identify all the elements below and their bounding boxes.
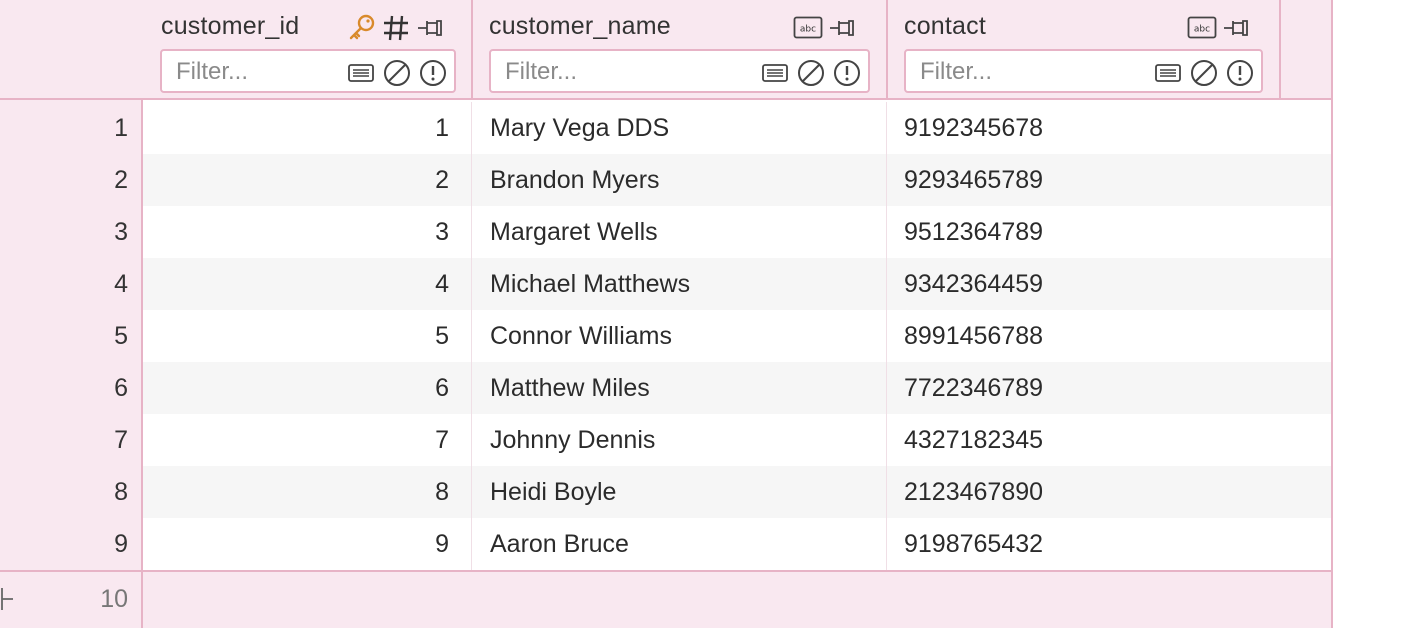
filter-controls xyxy=(760,58,862,88)
cell-contact[interactable]: 9198765432 xyxy=(904,518,1043,570)
new-row-footer[interactable]: 10 xyxy=(0,570,1333,628)
row-number[interactable]: 6 xyxy=(0,374,128,403)
cell-customer-name[interactable]: Aaron Bruce xyxy=(490,518,629,570)
null-filter-icon[interactable] xyxy=(796,58,826,88)
filter-box-customer-name xyxy=(489,49,870,93)
column-header-customer-id[interactable]: customer_id xyxy=(145,0,471,98)
cell-customer-id[interactable]: 3 xyxy=(143,206,449,258)
cell-customer-name[interactable]: Mary Vega DDS xyxy=(490,102,669,154)
filter-menu-icon[interactable] xyxy=(1153,58,1183,88)
filter-menu-icon[interactable] xyxy=(346,58,376,88)
cell-contact[interactable]: 9293465789 xyxy=(904,154,1043,206)
column-gridline xyxy=(886,102,887,570)
row-number[interactable]: 8 xyxy=(0,478,128,507)
column-gridline xyxy=(471,102,472,570)
row-number[interactable]: 4 xyxy=(0,270,128,299)
cell-contact[interactable]: 8991456788 xyxy=(904,310,1043,362)
new-row-number[interactable]: 10 xyxy=(0,585,128,614)
null-filter-icon[interactable] xyxy=(1189,58,1219,88)
pin-icon[interactable] xyxy=(415,13,445,43)
row-number[interactable]: 2 xyxy=(0,166,128,195)
cell-customer-id[interactable]: 5 xyxy=(143,310,449,362)
table-row[interactable]: 9 Aaron Bruce 9198765432 xyxy=(143,518,1333,570)
cell-contact[interactable]: 9342364459 xyxy=(904,258,1043,310)
key-icon xyxy=(347,13,377,43)
row-number[interactable]: 3 xyxy=(0,218,128,247)
table-row[interactable]: 7 Johnny Dennis 4327182345 xyxy=(143,414,1333,466)
text-type-icon: abc xyxy=(793,15,823,41)
data-grid: customer_id Filter... customer_name abc … xyxy=(0,0,1333,628)
table-row[interactable]: 8 Heidi Boyle 2123467890 xyxy=(143,466,1333,518)
table-row[interactable]: 2 Brandon Myers 9293465789 xyxy=(143,154,1333,206)
error-filter-icon[interactable] xyxy=(1225,58,1255,88)
table-row[interactable]: 1 Mary Vega DDS 9192345678 xyxy=(143,102,1333,154)
gutter-divider xyxy=(141,570,143,628)
cell-customer-id[interactable]: 1 xyxy=(143,102,449,154)
cell-customer-name[interactable]: Heidi Boyle xyxy=(490,466,616,518)
filter-input[interactable] xyxy=(176,57,326,87)
error-filter-icon[interactable] xyxy=(832,58,862,88)
cell-customer-name[interactable]: Johnny Dennis xyxy=(490,414,655,466)
grid-right-edge xyxy=(1331,0,1333,628)
filter-box-customer-id xyxy=(160,49,456,93)
filter-controls xyxy=(346,58,448,88)
table-row[interactable]: 5 Connor Williams 8991456788 xyxy=(143,310,1333,362)
filter-menu-icon[interactable] xyxy=(760,58,790,88)
cell-contact[interactable]: 7722346789 xyxy=(904,362,1043,414)
column-icons xyxy=(347,10,445,46)
error-filter-icon[interactable] xyxy=(418,58,448,88)
cell-customer-name[interactable]: Brandon Myers xyxy=(490,154,660,206)
column-divider[interactable] xyxy=(1279,0,1281,98)
column-icons: abc xyxy=(793,10,857,46)
cell-customer-id[interactable]: 6 xyxy=(143,362,449,414)
table-row[interactable]: 3 Margaret Wells 9512364789 xyxy=(143,206,1333,258)
cell-customer-name[interactable]: Michael Matthews xyxy=(490,258,690,310)
cell-contact[interactable]: 9192345678 xyxy=(904,102,1043,154)
null-filter-icon[interactable] xyxy=(382,58,412,88)
cell-customer-id[interactable]: 7 xyxy=(143,414,449,466)
table-row[interactable]: 6 Matthew Miles 7722346789 xyxy=(143,362,1333,414)
column-title: customer_name xyxy=(489,12,671,40)
cell-customer-id[interactable]: 2 xyxy=(143,154,449,206)
column-header-contact[interactable]: contact abc xyxy=(888,0,1279,98)
cell-customer-name[interactable]: Connor Williams xyxy=(490,310,672,362)
cell-contact[interactable]: 4327182345 xyxy=(904,414,1043,466)
filter-input[interactable] xyxy=(920,57,1070,87)
cell-customer-name[interactable]: Margaret Wells xyxy=(490,206,658,258)
filter-box-contact xyxy=(904,49,1263,93)
row-number[interactable]: 7 xyxy=(0,426,128,455)
cell-customer-id[interactable]: 4 xyxy=(143,258,449,310)
cell-customer-id[interactable]: 8 xyxy=(143,466,449,518)
cell-contact[interactable]: 2123467890 xyxy=(904,466,1043,518)
cell-customer-id[interactable]: 9 xyxy=(143,518,449,570)
table-row[interactable]: 4 Michael Matthews 9342364459 xyxy=(143,258,1333,310)
filter-controls xyxy=(1153,58,1255,88)
column-title: contact xyxy=(904,12,987,40)
hash-icon xyxy=(381,13,411,43)
row-number[interactable]: 1 xyxy=(0,114,128,143)
row-number[interactable]: 9 xyxy=(0,530,128,559)
type-badge: abc xyxy=(1194,25,1210,35)
column-title: customer_id xyxy=(161,12,300,40)
text-type-icon: abc xyxy=(1187,15,1217,41)
pin-icon[interactable] xyxy=(1221,13,1251,43)
column-icons: abc xyxy=(1187,10,1251,46)
filter-input[interactable] xyxy=(505,57,655,87)
column-header-customer-name[interactable]: customer_name abc xyxy=(473,0,886,98)
pin-icon[interactable] xyxy=(827,13,857,43)
cell-customer-name[interactable]: Matthew Miles xyxy=(490,362,650,414)
row-number[interactable]: 5 xyxy=(0,322,128,351)
cell-contact[interactable]: 9512364789 xyxy=(904,206,1043,258)
type-badge: abc xyxy=(800,25,816,35)
